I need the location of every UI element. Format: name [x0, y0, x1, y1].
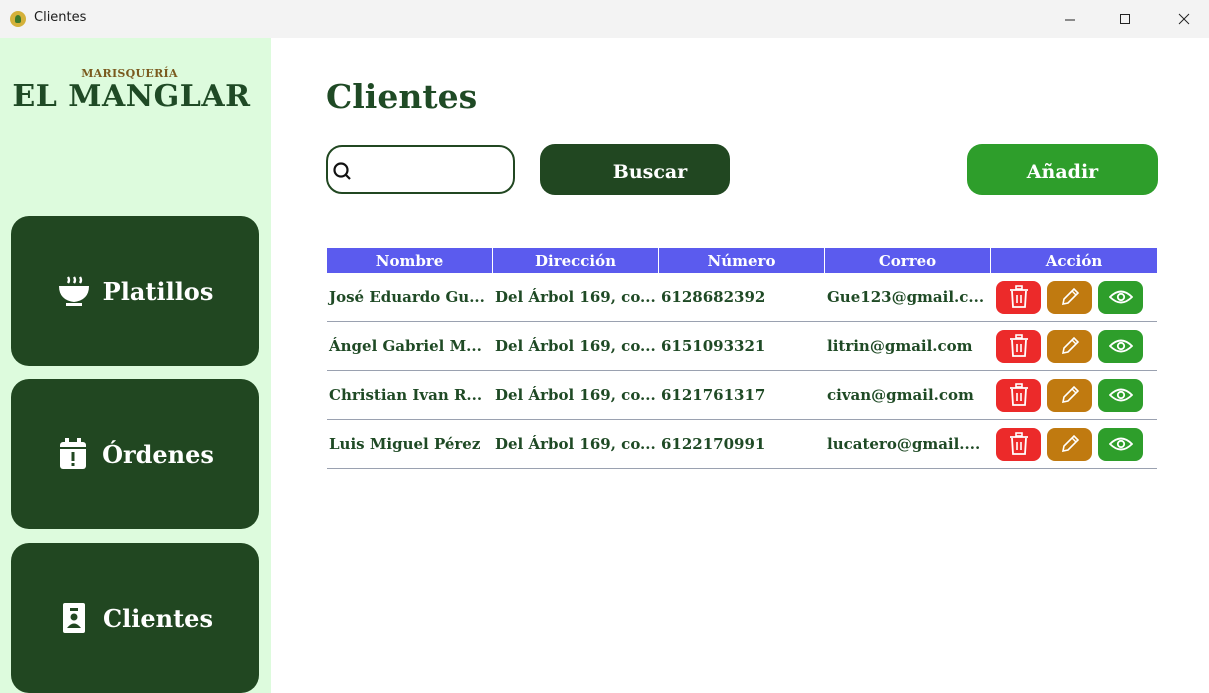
cell-nombre: José Eduardo Gu... — [329, 288, 485, 306]
column-header-numero[interactable]: Número — [659, 248, 825, 273]
edit-button[interactable] — [1047, 427, 1092, 461]
minimize-button[interactable] — [1047, 0, 1093, 38]
close-icon — [1178, 13, 1190, 25]
cell-actions — [991, 378, 1157, 412]
sidebar-item-label: Clientes — [103, 603, 213, 633]
cell-correo: lucatero@gmail.... — [827, 435, 981, 453]
cell-numero: 6128682392 — [661, 288, 766, 306]
column-header-direccion[interactable]: Dirección — [493, 248, 659, 273]
eye-icon — [1108, 290, 1133, 304]
contact-card-icon — [57, 601, 91, 635]
delete-button[interactable] — [996, 427, 1041, 461]
add-client-button[interactable]: Añadir — [967, 144, 1158, 195]
table-row[interactable]: José Eduardo Gu... Del Árbol 169, co... … — [327, 273, 1157, 322]
cell-nombre: Ángel Gabriel M... — [329, 337, 482, 355]
trash-icon — [1009, 383, 1028, 406]
cell-direccion: Del Árbol 169, co... — [495, 435, 656, 453]
view-button[interactable] — [1098, 329, 1143, 363]
view-button[interactable] — [1098, 427, 1143, 461]
calendar-alert-icon — [56, 437, 90, 471]
table-row[interactable]: Ángel Gabriel M... Del Árbol 169, co... … — [327, 322, 1157, 371]
view-button[interactable] — [1098, 280, 1143, 314]
pencil-icon — [1061, 385, 1079, 404]
edit-button[interactable] — [1047, 280, 1092, 314]
search-button[interactable]: Buscar — [540, 144, 730, 195]
cell-numero: 6121761317 — [661, 386, 766, 404]
minimize-icon — [1065, 19, 1075, 21]
table-row[interactable]: Luis Miguel Pérez Del Árbol 169, co... 6… — [327, 420, 1157, 469]
table-row[interactable]: Christian Ivan R... Del Árbol 169, co...… — [327, 371, 1157, 420]
app-tree-icon — [10, 11, 26, 27]
clients-table: Nombre Dirección Número Correo Acción Jo… — [327, 248, 1157, 469]
eye-icon — [1108, 388, 1133, 402]
trash-icon — [1009, 334, 1028, 357]
cell-direccion: Del Árbol 169, co... — [495, 337, 656, 355]
cell-direccion: Del Árbol 169, co... — [495, 386, 656, 404]
edit-button[interactable] — [1047, 329, 1092, 363]
cell-nombre: Luis Miguel Pérez — [329, 435, 481, 453]
sidebar-item-ordenes[interactable]: Órdenes — [11, 379, 259, 529]
search-field[interactable] — [326, 145, 515, 194]
trash-icon — [1009, 432, 1028, 455]
page-title: Clientes — [326, 77, 478, 116]
delete-button[interactable] — [996, 378, 1041, 412]
pencil-icon — [1061, 336, 1079, 355]
close-button[interactable] — [1161, 0, 1207, 38]
cell-nombre: Christian Ivan R... — [329, 386, 483, 404]
cell-actions — [991, 280, 1157, 314]
cell-actions — [991, 427, 1157, 461]
brand-logo-text: EL MANGLAR — [12, 79, 251, 114]
cell-correo: Gue123@gmail.c... — [827, 288, 985, 306]
sidebar-item-label: Platillos — [102, 276, 214, 306]
dish-icon — [57, 274, 91, 308]
eye-icon — [1108, 437, 1133, 451]
window-titlebar: Clientes — [0, 0, 1209, 38]
eye-icon — [1108, 339, 1133, 353]
cell-correo: litrin@gmail.com — [827, 337, 973, 355]
trash-icon — [1009, 285, 1028, 308]
delete-button[interactable] — [996, 280, 1041, 314]
search-input[interactable] — [354, 157, 504, 183]
pencil-icon — [1061, 434, 1079, 453]
column-header-accion: Acción — [1045, 251, 1103, 270]
edit-button[interactable] — [1047, 378, 1092, 412]
column-header-nombre[interactable]: Nombre — [327, 248, 493, 273]
view-button[interactable] — [1098, 378, 1143, 412]
maximize-icon — [1120, 14, 1130, 24]
sidebar-item-label: Órdenes — [102, 439, 214, 469]
cell-direccion: Del Árbol 169, co... — [495, 288, 656, 306]
window-title: Clientes — [34, 10, 87, 25]
cell-numero: 6122170991 — [661, 435, 766, 453]
pencil-icon — [1061, 287, 1079, 306]
maximize-button[interactable] — [1102, 0, 1148, 38]
cell-correo: civan@gmail.com — [827, 386, 974, 404]
cell-numero: 6151093321 — [661, 337, 766, 355]
sidebar-item-platillos[interactable]: Platillos — [11, 216, 259, 366]
delete-button[interactable] — [996, 329, 1041, 363]
table-body: José Eduardo Gu... Del Árbol 169, co... … — [327, 273, 1157, 469]
table-header: Nombre Dirección Número Correo Acción — [327, 248, 1157, 273]
cell-actions — [991, 329, 1157, 363]
column-header-correo[interactable]: Correo — [825, 248, 991, 273]
search-icon — [333, 162, 351, 180]
sidebar-item-clientes[interactable]: Clientes — [11, 543, 259, 693]
